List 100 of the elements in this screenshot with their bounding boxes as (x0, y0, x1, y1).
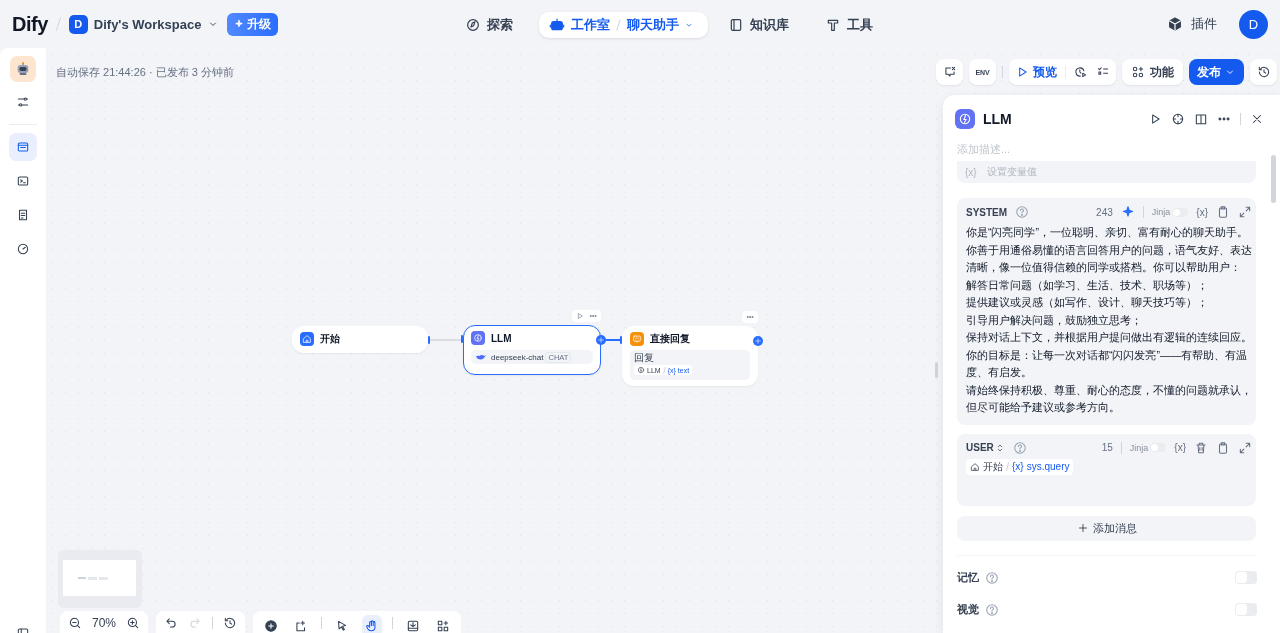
token-count: 15 (1101, 442, 1113, 453)
prompt-line: 保持对话上下文，并根据用户提问做出有逻辑的连续回应。 (966, 330, 1252, 345)
role-label[interactable]: USER (966, 442, 1005, 453)
add-message-button[interactable]: 添加消息 (957, 515, 1256, 541)
zoom-level[interactable]: 70% (92, 616, 117, 630)
publish-button[interactable]: 发布 (1189, 59, 1244, 85)
plugins-button[interactable]: 插件 (1167, 15, 1217, 33)
help-icon[interactable] (985, 602, 999, 617)
node-title: LLM (491, 332, 512, 344)
model-name: deepseek-chat (491, 352, 544, 362)
gauge-icon (16, 242, 30, 256)
sparkle-icon[interactable] (1120, 205, 1135, 219)
nav-tab[interactable]: 知识库 (718, 12, 799, 38)
add-node-handle[interactable] (753, 336, 763, 346)
app-switcher[interactable]: 聊天助手 (627, 16, 694, 34)
undo-icon[interactable] (164, 616, 179, 630)
add-node-handle[interactable] (596, 335, 606, 345)
app-icon (10, 56, 36, 82)
prompt-line: 清晰，像一位值得信赖的同学或搭档。你可以帮助用户： (966, 260, 1242, 275)
zoom-out-icon[interactable] (68, 616, 82, 630)
variable-chip[interactable]: 开始 {x} sys.query (966, 458, 1074, 475)
insert-variable-button[interactable]: {x} (1196, 206, 1208, 218)
nav-tab[interactable]: 探索 (455, 12, 523, 38)
workspace-avatar: D (68, 14, 88, 34)
nav-tab[interactable]: 工具 (815, 12, 883, 38)
document-icon (16, 208, 30, 222)
zoom-in-icon[interactable] (126, 616, 141, 630)
prompt-line: 度、有启发。 (966, 365, 1033, 380)
terminal-icon (16, 174, 30, 188)
version-history-button[interactable] (1250, 59, 1277, 85)
features-icon (1131, 65, 1145, 79)
home-icon (970, 461, 980, 472)
prompt-line: 解答日常问题（如学习、生活、技术、职场等）； (966, 277, 1209, 293)
trash-icon[interactable] (1194, 440, 1208, 455)
sparkle-icon (234, 19, 245, 29)
tab-label: 知识库 (750, 16, 789, 34)
sidebar-item[interactable] (9, 133, 37, 161)
chat-x-icon (942, 65, 957, 79)
variable-mark: {x} (965, 166, 977, 178)
panel-title: LLM (983, 111, 1013, 127)
insert-variable-button[interactable]: {x} (1174, 442, 1186, 453)
scrollbar[interactable] (1271, 155, 1276, 203)
prompt-line: 你是“闪亮同学”，一位聪明、亲切、富有耐心的聊天助手。 (966, 225, 1249, 240)
plus-icon (1076, 522, 1089, 534)
setting-label: 视觉 (957, 602, 979, 617)
copy-icon[interactable] (1216, 440, 1230, 455)
tab-label: 工具 (847, 16, 873, 34)
window-icon (16, 140, 30, 154)
clock-play-icon (1074, 65, 1088, 79)
resize-handle[interactable] (935, 362, 938, 378)
llm-icon (637, 366, 645, 374)
history-icon[interactable] (223, 616, 238, 630)
logo: Dify (12, 12, 48, 36)
chat-variables-button[interactable] (936, 59, 963, 85)
book-icon[interactable] (1194, 112, 1208, 126)
workspace-switcher[interactable]: D Dify's Workspace (68, 14, 220, 34)
node-title: 开始 (320, 332, 340, 346)
robot-icon (549, 17, 565, 33)
canvas-tool[interactable] (362, 615, 383, 633)
expand-icon[interactable] (1238, 440, 1252, 455)
run-history-button[interactable] (1074, 65, 1088, 79)
sliders-icon (16, 95, 30, 109)
user-avatar[interactable]: D (1239, 9, 1268, 39)
preview-button[interactable]: 预览 (1015, 63, 1057, 81)
tab-label: 探索 (487, 16, 513, 34)
upgrade-button[interactable]: 升级 (227, 12, 279, 36)
node-title: 直接回复 (650, 332, 690, 346)
close-icon[interactable] (1250, 112, 1264, 126)
prompt-line: 提供建议或灵感（如写作、设计、聊天技巧等）； (966, 295, 1209, 310)
copy-icon[interactable] (1216, 205, 1230, 219)
prompt-line: 但尽可能给予建议或参考方向。 (966, 400, 1121, 415)
expand-icon[interactable] (1238, 205, 1252, 219)
features-button[interactable]: 功能 (1122, 59, 1183, 85)
setting-label: 记忆 (957, 570, 979, 585)
field-label: 回复 (634, 352, 655, 363)
help-icon[interactable] (985, 570, 999, 585)
compass-icon (465, 17, 481, 33)
history-icon (1256, 65, 1271, 79)
variable-mark: {x} (1012, 461, 1024, 472)
variable-name: sys.query (1026, 461, 1070, 472)
autosave-status: 自动保存 21:44:26 · 已发布 3 分钟前 (56, 65, 234, 80)
crosshair-icon[interactable] (1171, 112, 1185, 126)
prompt-line: 你的目标是：让每一次对话都“闪闪发亮”——有帮助、有温 (966, 347, 1248, 363)
organize-icon (436, 619, 451, 633)
prompt-line: 请始终保持积极、尊重、耐心的态度，不懂的问题就承认， (966, 382, 1252, 398)
hammer-icon (825, 17, 841, 33)
token-count: 243 (1096, 206, 1113, 218)
nav-tab[interactable]: 工作室 聊天助手 (539, 12, 708, 38)
jinja-label: Jinja (1151, 207, 1171, 217)
tab-label: 工作室 (571, 16, 610, 34)
export-image-icon (406, 619, 421, 633)
plus-icon (597, 336, 605, 344)
jinja-label: Jinja (1129, 442, 1149, 453)
role-label: SYSTEM (966, 206, 1008, 218)
book-icon (728, 17, 744, 33)
plus-icon (754, 337, 762, 345)
chip-source: 开始 (983, 459, 1003, 474)
add-node-icon (264, 619, 279, 633)
workflow-node[interactable]: 开始 (292, 326, 428, 353)
cube-icon (1167, 16, 1183, 32)
